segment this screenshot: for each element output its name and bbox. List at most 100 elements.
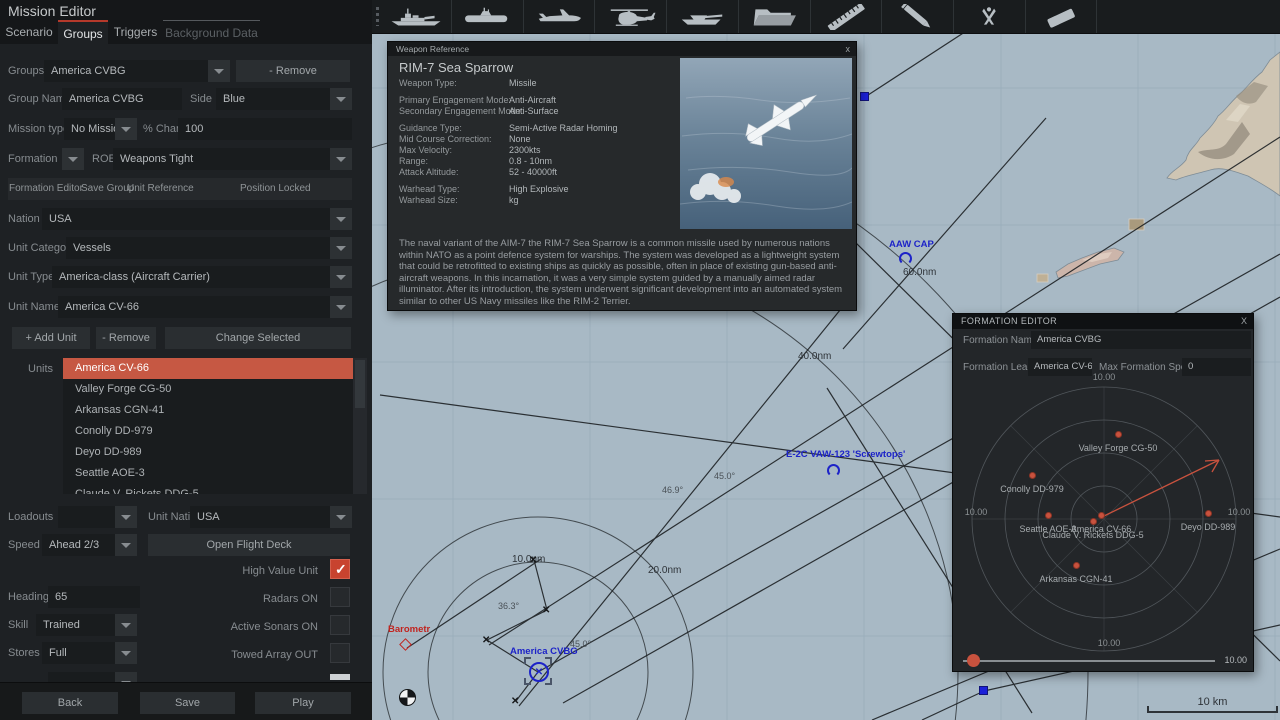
unit-row[interactable]: Valley Forge CG-50 <box>63 379 353 400</box>
formation-polar-chart[interactable] <box>953 314 1253 671</box>
stores-dropdown-button[interactable] <box>115 642 137 664</box>
change-selected-button[interactable]: Change Selected <box>165 327 351 349</box>
roe-dropdown-button[interactable] <box>330 148 352 170</box>
position-locked-link[interactable]: Position Locked <box>240 178 311 200</box>
play-button[interactable]: Play <box>255 692 351 714</box>
map-marker-x-mark[interactable]: ✕ <box>529 556 537 566</box>
chance-input[interactable]: 100 <box>178 118 352 140</box>
spec-row: Weapon Type: Missile <box>399 78 677 89</box>
map-toolbar <box>372 0 1280 34</box>
roe-select[interactable]: Weapons Tight <box>113 148 330 170</box>
unit-row[interactable]: Claude V. Rickets DDG-5 <box>63 484 353 494</box>
unit-reference-link[interactable]: Unit Reference <box>127 178 194 200</box>
toolbar-eraser-button[interactable] <box>1025 0 1098 33</box>
unit-name-select[interactable]: America CV-66 <box>58 296 330 318</box>
add-unit-button[interactable]: + Add Unit <box>12 327 90 349</box>
spec-label: Attack Altitude: <box>399 167 459 177</box>
formation-unit-dot[interactable] <box>1044 511 1052 519</box>
unit-row[interactable]: America CV-66 <box>63 358 353 379</box>
formation-editor-link[interactable]: Formation Editor <box>9 178 83 200</box>
formation-unit-dot[interactable] <box>1028 471 1036 479</box>
towed-array-out-checkbox[interactable] <box>330 643 350 663</box>
weapon-description: The naval variant of the AIM-7 the RIM-7… <box>399 238 843 307</box>
groups-select[interactable]: America CVBG <box>44 60 208 82</box>
heading-input[interactable]: 65 <box>48 586 140 608</box>
stores-label: Stores <box>8 647 40 659</box>
formation-dropdown-button[interactable] <box>62 148 84 170</box>
tab-scenario[interactable]: Scenario <box>0 20 58 44</box>
unit-type-dropdown-button[interactable] <box>330 266 352 288</box>
clipped-checkbox[interactable] <box>330 674 350 680</box>
speed-dropdown-button[interactable] <box>115 534 137 556</box>
map-marker-blue-square[interactable] <box>979 686 988 695</box>
map-marker-x-mark[interactable]: ✕ <box>511 697 519 707</box>
toolbar-warship-button[interactable] <box>380 0 452 33</box>
map-marker-quarter-circle[interactable] <box>399 689 416 706</box>
nation-dropdown-button[interactable] <box>330 208 352 230</box>
unit-row[interactable]: Seattle AOE-3 <box>63 463 353 484</box>
unit-name-dropdown-button[interactable] <box>330 296 352 318</box>
speed-select[interactable]: Ahead 2/3 <box>42 534 115 556</box>
side-select[interactable]: Blue <box>216 88 330 110</box>
toolbar-compass-button[interactable] <box>954 0 1026 33</box>
remove-group-button[interactable]: - Remove <box>236 60 350 82</box>
stores-select[interactable]: Full <box>42 642 115 664</box>
unit-row[interactable]: Arkansas CGN-41 <box>63 400 353 421</box>
units-scrollbar-thumb[interactable] <box>355 360 365 408</box>
map-marker-x-mark[interactable]: ✕ <box>542 606 550 616</box>
radars-on-checkbox[interactable] <box>330 587 350 607</box>
loadouts-dropdown-button[interactable] <box>115 506 137 528</box>
weapon-reference-titlebar[interactable]: Weapon Reference <box>388 42 856 56</box>
tab-triggers[interactable]: Triggers <box>108 20 163 44</box>
unit-row[interactable]: Conolly DD-979 <box>63 421 353 442</box>
groups-dropdown-button[interactable] <box>208 60 230 82</box>
toolbar-aircraft-button[interactable] <box>523 0 596 33</box>
unit-row[interactable]: Deyo DD-989 <box>63 442 353 463</box>
map-marker-blue-arc[interactable] <box>899 252 912 265</box>
weapon-reference-close-icon[interactable]: x <box>846 42 851 56</box>
unit-category-select[interactable]: Vessels <box>66 237 330 259</box>
spec-label: Primary Engagement Mode: <box>399 95 512 105</box>
unit-nation-dropdown-button[interactable] <box>330 506 352 528</box>
unit-nation-select[interactable]: USA <box>190 506 330 528</box>
map-marker-blue-square[interactable] <box>860 92 869 101</box>
map-marker-blue-arc[interactable] <box>827 464 840 477</box>
toolbar-pencil-button[interactable] <box>882 0 954 33</box>
high-value-unit-checkbox[interactable] <box>330 559 350 579</box>
nation-select[interactable]: USA <box>42 208 330 230</box>
formation-unit-dot[interactable] <box>1089 517 1097 525</box>
tab-groups[interactable]: Groups <box>58 20 108 44</box>
open-flight-deck-button[interactable]: Open Flight Deck <box>148 534 350 556</box>
formation-range-slider-track[interactable] <box>963 660 1215 662</box>
mission-type-select[interactable]: No Mission <box>64 118 115 140</box>
spec-label: Mid Course Correction: <box>399 134 492 144</box>
save-button[interactable]: Save <box>140 692 235 714</box>
formation-unit-dot[interactable] <box>1114 430 1122 438</box>
formation-range-slider-knob[interactable] <box>967 654 980 667</box>
mission-type-dropdown-button[interactable] <box>115 118 137 140</box>
unit-type-select[interactable]: America-class (Aircraft Carrier) <box>52 266 330 288</box>
back-button[interactable]: Back <box>22 692 118 714</box>
loadouts-select[interactable] <box>58 506 115 528</box>
toolbar-folder-button[interactable] <box>739 0 811 33</box>
toolbar-ruler-button[interactable] <box>810 0 883 33</box>
formation-unit-dot[interactable] <box>1204 509 1212 517</box>
toolbar-tank-button[interactable] <box>667 0 739 33</box>
skill-dropdown-button[interactable] <box>115 614 137 636</box>
map-marker-circled-x[interactable]: ✕ <box>524 657 552 685</box>
formation-unit-dot[interactable] <box>1097 511 1105 519</box>
formation-unit-dot[interactable] <box>1072 561 1080 569</box>
skill-select[interactable]: Trained <box>36 614 115 636</box>
spec-label: Secondary Engagement Mode: <box>399 106 524 116</box>
map-marker-x-mark[interactable]: ✕ <box>482 636 490 646</box>
tab-background-data[interactable]: Background Data <box>163 20 260 44</box>
unit-category-dropdown-button[interactable] <box>330 237 352 259</box>
spec-value: 52 - 40000ft <box>509 167 558 177</box>
toolbar-submarine-button[interactable] <box>452 0 524 33</box>
group-name-input[interactable]: America CVBG <box>62 88 182 110</box>
toolbar-grip-icon[interactable] <box>376 7 379 26</box>
toolbar-helicopter-button[interactable] <box>595 0 668 33</box>
active-sonars-on-checkbox[interactable] <box>330 615 350 635</box>
side-dropdown-button[interactable] <box>330 88 352 110</box>
remove-unit-button[interactable]: - Remove <box>96 327 156 349</box>
